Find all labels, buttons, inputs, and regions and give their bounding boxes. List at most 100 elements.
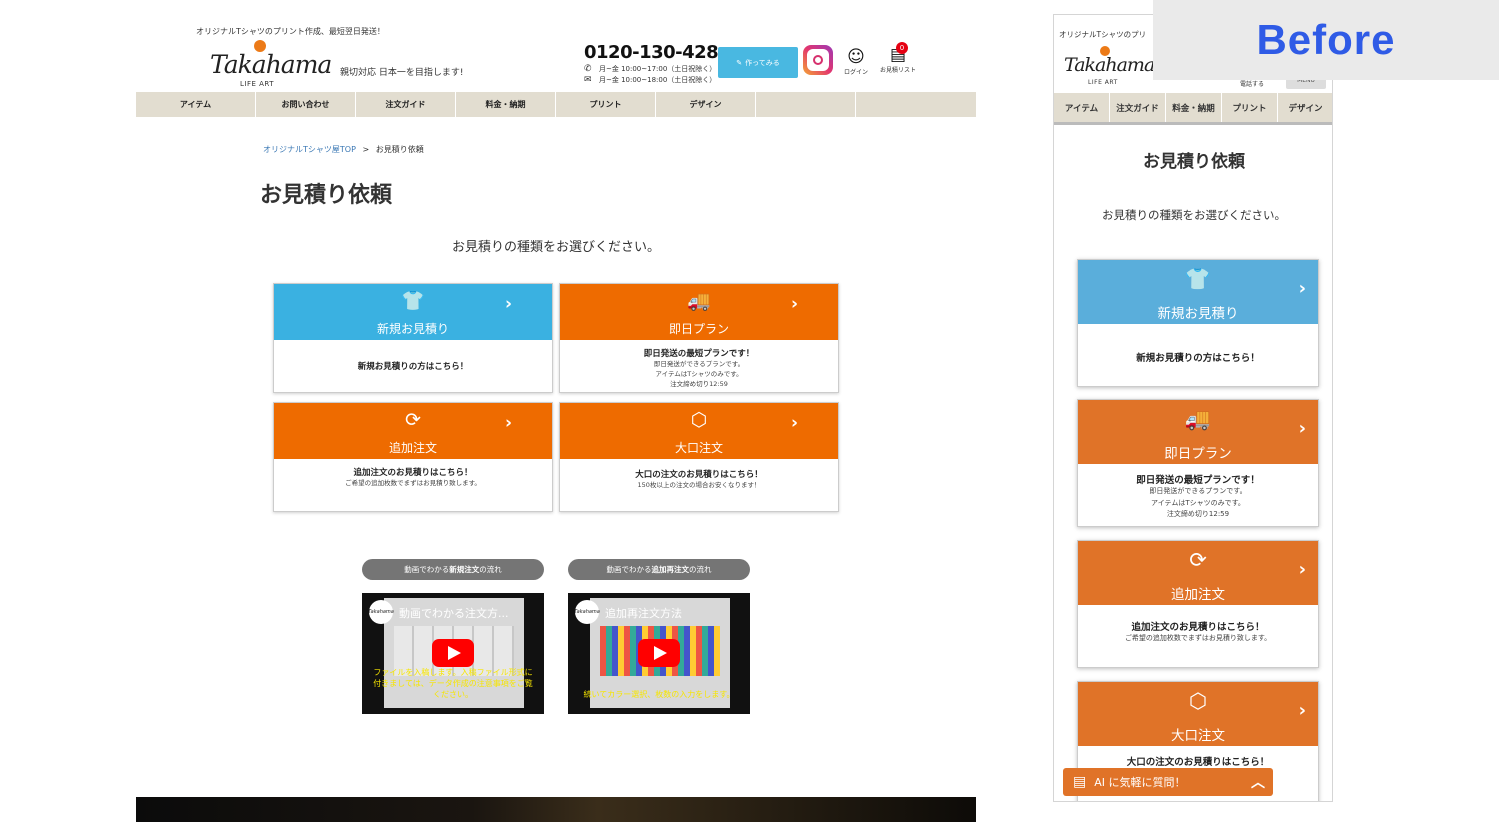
chevron-up-icon[interactable]: ︿ <box>1251 772 1265 792</box>
make-button-label: 作ってみる <box>745 58 780 67</box>
video-pill-text: の流れ <box>689 565 712 574</box>
logo-subtext: LIFE ART <box>1088 79 1118 86</box>
video-pill-text: 動画でわかる <box>404 565 450 574</box>
channel-logo: Takahama <box>368 600 394 624</box>
desktop-view: オリジナルTシャツのプリント作成、最短翌日発送！ Takahama LIFE A… <box>136 0 976 822</box>
video-pill-bold: 追加再注文 <box>651 565 690 574</box>
card-sub-text: 150枚以上の注文の場合お安くなります！ <box>637 481 761 489</box>
card-header: 👕 新規お見積り › <box>274 284 552 340</box>
card-body: 新規お見積りの方はこちら！ <box>274 340 552 392</box>
instagram-icon-ring <box>813 55 823 65</box>
card-same-day[interactable]: 🚚 即日プラン › 即日発送の最短プランです！ 即日発送ができるプランです。 ア… <box>559 283 839 393</box>
play-icon[interactable] <box>638 639 680 667</box>
ai-chat-bar[interactable]: ▤ AI に気軽に質問！ ︿ <box>1063 768 1273 796</box>
mobile-card-same-day[interactable]: 🚚 即日プラン › 即日発送の最短プランです！ 即日発送ができるプランです。 ア… <box>1077 399 1319 527</box>
card-sub-text: 即日発送ができるプランです。 <box>653 360 745 368</box>
card-title: 大口注文 <box>674 441 723 455</box>
chevron-right-icon: › <box>504 413 512 433</box>
card-main-text: 新規お見積りの方はこちら！ <box>1136 353 1260 364</box>
mobile-nav-item-design[interactable]: デザイン <box>1278 93 1332 122</box>
card-header: 🚚 即日プラン › <box>1078 400 1318 464</box>
make-button[interactable]: ✎ 作ってみる <box>718 47 798 78</box>
card-main-text: 大口の注文のお見積りはこちら！ <box>1126 757 1270 768</box>
nav-item-empty <box>756 92 856 117</box>
mobile-nav-item-price[interactable]: 料金・納期 <box>1166 93 1222 122</box>
mobile-card-additional-order[interactable]: ⟳ 追加注文 › 追加注文のお見積りはこちら！ ご希望の追加枚数でまずはお見積り… <box>1077 540 1319 668</box>
card-body: 即日発送の最短プランです！ 即日発送ができるプランです。 アイテムはTシャツのみ… <box>1078 464 1318 526</box>
card-bulk-order[interactable]: ⬡ 大口注文 › 大口の注文のお見積りはこちら！ 150枚以上の注文の場合お安く… <box>559 402 839 512</box>
mobile-logo[interactable]: Takahama LIFE ART <box>1064 46 1155 88</box>
card-main-text: 即日発送の最短プランです！ <box>643 349 755 359</box>
card-body: 追加注文のお見積りはこちら！ ご希望の追加枚数でまずはお見積り致します。 <box>274 459 552 511</box>
video-player-reorder[interactable]: Takahama 追加再注文方法 続いてカラー選択、枚数の入力をします。 <box>568 593 750 714</box>
card-header: ⬡ 大口注文 › <box>560 403 838 459</box>
card-body: 大口の注文のお見積りはこちら！ 150枚以上の注文の場合お安くなります！ <box>560 459 838 511</box>
video-pill-bold: 新規注文 <box>449 565 480 574</box>
mail-hours-text: 月~金 10:00~18:00（土日祝除く） <box>599 76 717 84</box>
card-title: 即日プラン <box>1164 446 1232 462</box>
chevron-right-icon: › <box>504 294 512 314</box>
instagram-icon-inner <box>807 49 829 71</box>
video-pill-text: 動画でわかる <box>606 565 652 574</box>
breadcrumb-current: お見積り依頼 <box>375 145 424 154</box>
video-pill-reorder[interactable]: 動画でわかる 追加再注文 の流れ <box>568 559 750 580</box>
card-title: 追加注文 <box>1171 587 1225 603</box>
mobile-nav-item-order-guide[interactable]: 注文ガイド <box>1110 93 1166 122</box>
mobile-nav-item-print[interactable]: プリント <box>1222 93 1278 122</box>
tshirt-icon: 👕 <box>1184 267 1212 291</box>
nav-item-contact[interactable]: お問い合わせ <box>256 92 356 117</box>
video-title: 動画でわかる注文方... <box>399 607 509 620</box>
chevron-right-icon: › <box>1298 700 1306 721</box>
card-main-text: 即日発送の最短プランです！ <box>1136 475 1260 486</box>
nav-item-print[interactable]: プリント <box>556 92 656 117</box>
nav-item-items[interactable]: アイテム <box>136 92 256 117</box>
main-nav: アイテム お問い合わせ 注文ガイド 料金・納期 プリント デザイン <box>136 92 976 117</box>
card-header: ⬡ 大口注文 › <box>1078 682 1318 746</box>
quote-list-button[interactable]: ▤ 0 お見積リスト <box>880 42 916 74</box>
card-body: 追加注文のお見積りはこちら！ ご希望の追加枚数でまずはお見積り致します。 <box>1078 605 1318 667</box>
refresh-icon: ⟳ <box>1189 548 1207 572</box>
mobile-call-label[interactable]: 電話する <box>1240 79 1264 88</box>
nav-item-price[interactable]: 料金・納期 <box>456 92 556 117</box>
card-header: ⟳ 追加注文 › <box>1078 541 1318 605</box>
chevron-right-icon: › <box>1298 418 1306 439</box>
card-additional-order[interactable]: ⟳ 追加注文 › 追加注文のお見積りはこちら！ ご希望の追加枚数でまずはお見積り… <box>273 402 553 512</box>
header-slogan: 親切対応 日本一を目指します! <box>340 68 464 78</box>
card-sub-text: 注文締め切り12:59 <box>670 380 728 388</box>
edit-icon: ✎ <box>736 58 743 67</box>
play-icon[interactable] <box>432 639 474 667</box>
card-main-text: 追加注文のお見積りはこちら！ <box>353 468 473 478</box>
card-main-text: 新規お見積りの方はこちら！ <box>357 362 469 372</box>
card-sub-text: 注文締め切り12:59 <box>1166 510 1230 518</box>
nav-item-design[interactable]: デザイン <box>656 92 756 117</box>
breadcrumb: オリジナルTシャツ屋TOP > お見積り依頼 <box>263 144 424 155</box>
card-header: 🚚 即日プラン › <box>560 284 838 340</box>
breadcrumb-home[interactable]: オリジナルTシャツ屋TOP <box>263 145 356 154</box>
card-header: ⟳ 追加注文 › <box>274 403 552 459</box>
video-caption: ファイルを入稿します。入稿ファイル形式に付きましては、データ作成の注意事項をご覧… <box>373 668 533 699</box>
page-lead: お見積りの種類をお選びください。 <box>451 240 660 255</box>
card-sub-text: ご希望の追加枚数でまずはお見積り致します。 <box>345 479 481 487</box>
mobile-nav-item-items[interactable]: アイテム <box>1054 93 1110 122</box>
card-sub-text: ご希望の追加枚数でまずはお見積り致します。 <box>1124 634 1272 642</box>
chevron-right-icon: › <box>1298 559 1306 580</box>
card-new-quote[interactable]: 👕 新規お見積り › 新規お見積りの方はこちら！ <box>273 283 553 393</box>
card-sub-text: 即日発送ができるプランです。 <box>1149 487 1247 495</box>
logo-text: Takahama <box>210 50 332 79</box>
video-pill-new-order[interactable]: 動画でわかる 新規注文 の流れ <box>362 559 544 580</box>
clipboard-icon: ▤ 0 <box>889 42 908 65</box>
mobile-card-new-quote[interactable]: 👕 新規お見積り › 新規お見積りの方はこちら！ <box>1077 259 1319 387</box>
before-label: Before <box>1153 0 1499 80</box>
nav-item-order-guide[interactable]: 注文ガイド <box>356 92 456 117</box>
card-title: 新規お見積り <box>1157 306 1239 322</box>
instagram-icon[interactable] <box>803 45 833 75</box>
header-tagline: オリジナルTシャツのプリント作成、最短翌日発送！ <box>196 27 385 36</box>
phone-number[interactable]: 0120-130-428 <box>584 42 719 63</box>
card-main-text: 追加注文のお見積りはこちら！ <box>1131 622 1265 633</box>
phone-hours: ✆ 月~金 10:00~17:00（土日祝除く） <box>584 64 718 74</box>
mobile-view: オリジナルTシャツのプリ Takahama LIFE ART 電話する MENU… <box>1053 14 1333 802</box>
login-button[interactable]: ☺ ログイン <box>844 47 868 76</box>
video-player-new-order[interactable]: Takahama 動画でわかる注文方... ファイルを入稿します。入稿ファイル形… <box>362 593 544 714</box>
phone-hours-text: 月~金 10:00~17:00（土日祝除く） <box>599 65 717 73</box>
site-logo[interactable]: Takahama LIFE ART <box>210 40 332 90</box>
